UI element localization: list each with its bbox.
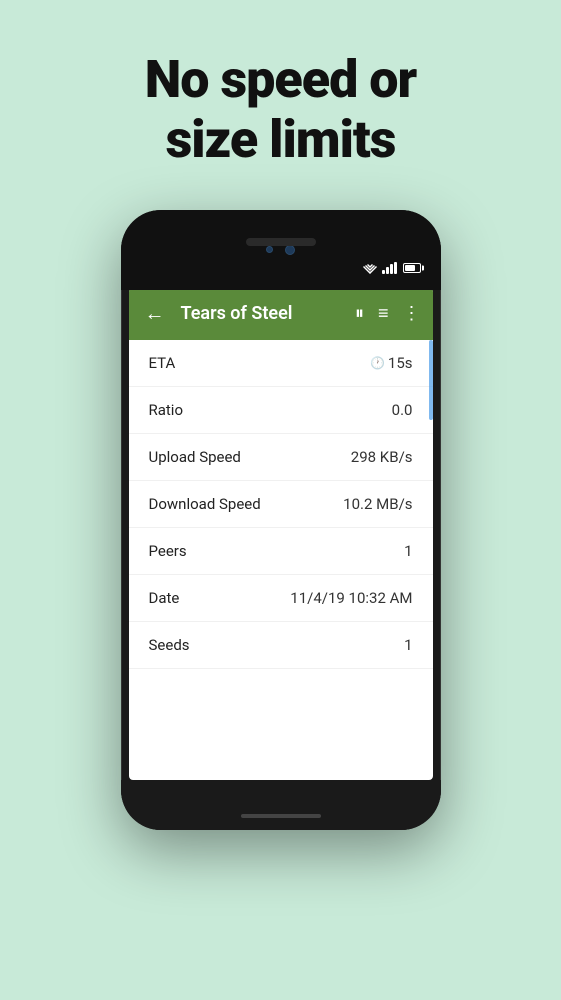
table-row: Upload Speed 298 KB/s <box>129 434 433 481</box>
more-button[interactable]: ⋮ <box>403 303 421 324</box>
phone-mockup: ← Tears of Steel ⏸ ≡ ⋮ ETA 🕐 15s <box>121 210 441 830</box>
phone-screen: ← Tears of Steel ⏸ ≡ ⋮ ETA 🕐 15s <box>129 288 433 780</box>
headline: No speed or size limits <box>145 50 416 170</box>
back-button[interactable]: ← <box>141 297 169 330</box>
table-row: ETA 🕐 15s <box>129 340 433 387</box>
date-value: 11/4/19 10:32 AM <box>290 589 412 607</box>
download-speed-label: Download Speed <box>149 495 261 513</box>
date-label: Date <box>149 589 180 607</box>
table-row: Peers 1 <box>129 528 433 575</box>
list-button[interactable]: ≡ <box>378 303 389 324</box>
eta-label: ETA <box>149 354 176 372</box>
phone-shell: ← Tears of Steel ⏸ ≡ ⋮ ETA 🕐 15s <box>121 210 441 830</box>
pause-button[interactable]: ⏸ <box>355 303 364 324</box>
download-speed-value: 10.2 MB/s <box>343 495 412 513</box>
table-row: Date 11/4/19 10:32 AM <box>129 575 433 622</box>
home-indicator <box>241 814 321 818</box>
camera-lens-right <box>285 245 295 255</box>
phone-bottom <box>121 780 441 830</box>
table-row: Download Speed 10.2 MB/s <box>129 481 433 528</box>
upload-speed-value: 298 KB/s <box>351 448 413 466</box>
headline-line2: size limits <box>166 109 396 170</box>
table-row: Seeds 1 <box>129 622 433 669</box>
table-row: Ratio 0.0 <box>129 387 433 434</box>
speaker-bar <box>246 238 316 246</box>
toolbar-icons: ⏸ ≡ ⋮ <box>355 303 421 324</box>
headline-line1: No speed or <box>145 49 416 110</box>
peers-label: Peers <box>149 542 187 560</box>
peers-value: 1 <box>404 542 412 560</box>
upload-speed-label: Upload Speed <box>149 448 241 466</box>
seeds-value: 1 <box>404 636 412 654</box>
ratio-value: 0.0 <box>392 401 413 419</box>
ratio-label: Ratio <box>149 401 184 419</box>
camera-lens-left <box>266 246 273 253</box>
clock-icon: 🕐 <box>370 356 385 370</box>
app-toolbar: ← Tears of Steel ⏸ ≡ ⋮ <box>129 288 433 340</box>
scrollbar[interactable] <box>429 340 433 420</box>
signal-bars-icon <box>382 262 397 274</box>
wifi-icon <box>362 262 378 274</box>
status-bar-icons <box>362 262 421 274</box>
data-rows: ETA 🕐 15s Ratio 0.0 Upload Speed 298 KB/… <box>129 340 433 669</box>
seeds-label: Seeds <box>149 636 190 654</box>
phone-top-bar <box>121 210 441 290</box>
eta-value: 🕐 15s <box>370 354 413 372</box>
toolbar-title: Tears of Steel <box>181 303 343 324</box>
battery-icon <box>403 263 421 273</box>
